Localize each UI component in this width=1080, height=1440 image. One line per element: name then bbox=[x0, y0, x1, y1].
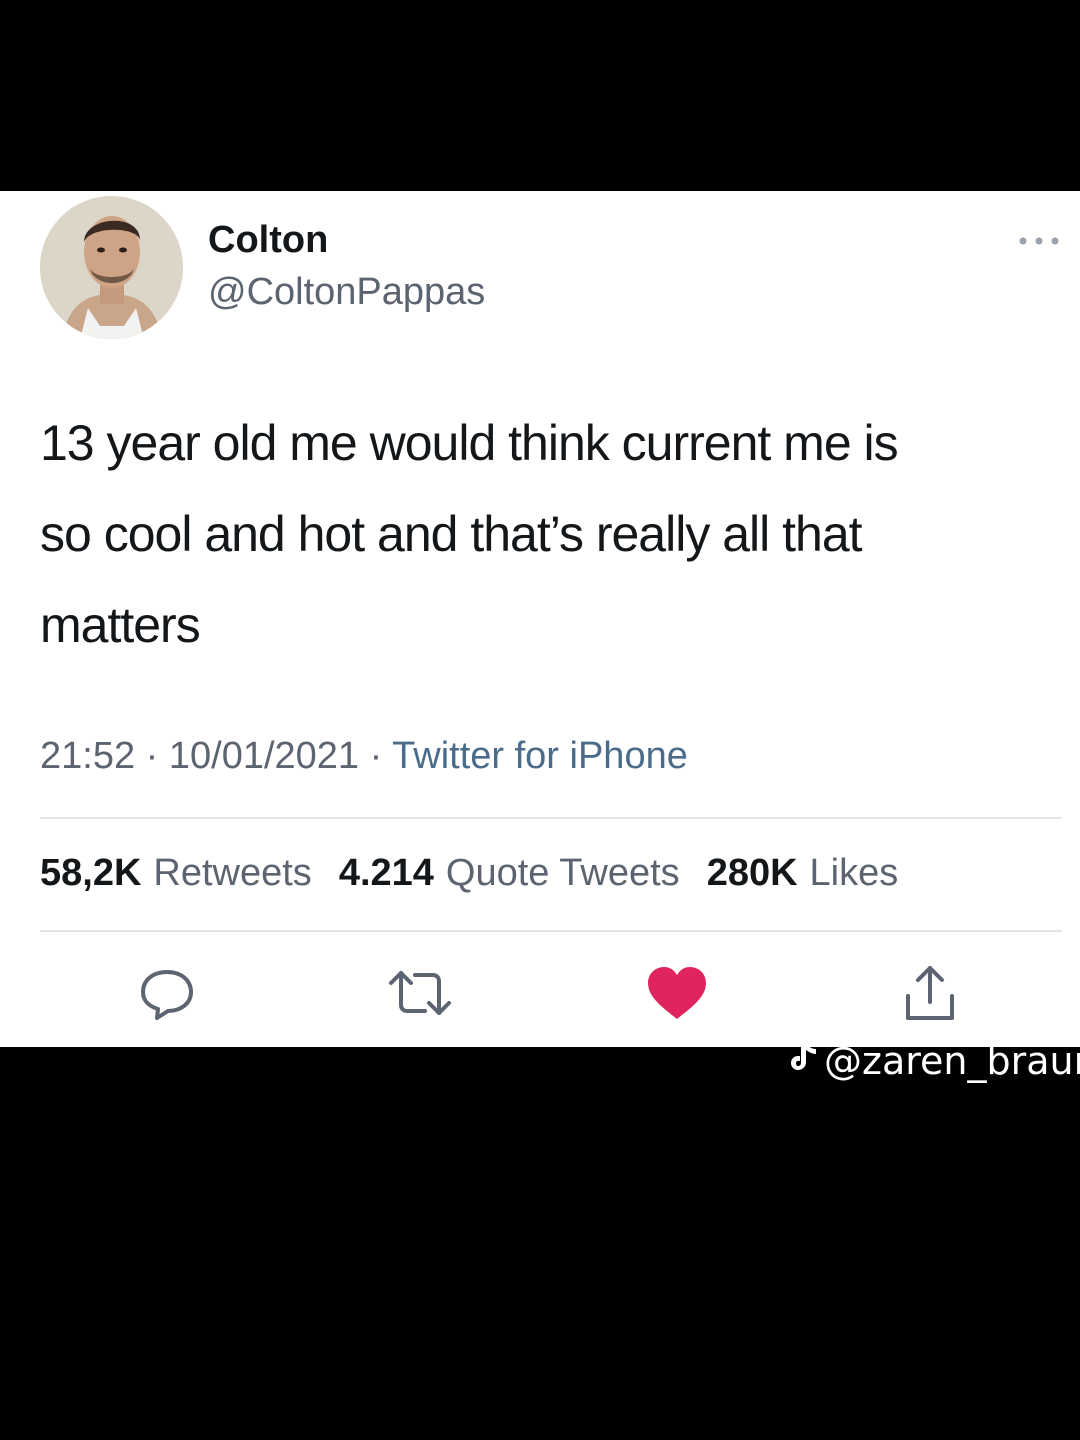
tweet-date[interactable]: 10/01/2021 bbox=[169, 735, 359, 777]
tiktok-watermark: @zaren_braun bbox=[788, 1038, 1080, 1083]
likes-label: Likes bbox=[809, 852, 899, 894]
tweet-text: 13 year old me would think current me is… bbox=[40, 398, 1070, 671]
avatar[interactable] bbox=[40, 196, 183, 339]
quote-tweets-count: 4.214 bbox=[338, 852, 434, 894]
retweet-button[interactable] bbox=[385, 960, 455, 1030]
display-name[interactable]: Colton bbox=[208, 219, 328, 262]
likes-stat[interactable]: 280K Likes bbox=[707, 852, 899, 895]
retweet-icon bbox=[387, 963, 453, 1028]
like-button[interactable] bbox=[642, 960, 712, 1030]
user-handle[interactable]: @ColtonPappas bbox=[208, 271, 485, 314]
share-button[interactable] bbox=[895, 960, 965, 1030]
quote-tweets-label: Quote Tweets bbox=[445, 852, 680, 894]
tweet-text-line: matters bbox=[40, 597, 201, 653]
tiktok-icon bbox=[788, 1038, 820, 1083]
tweet-text-line: 13 year old me would think current me is bbox=[40, 415, 899, 471]
likes-count: 280K bbox=[706, 852, 798, 894]
tweet-time[interactable]: 21:52 bbox=[40, 735, 135, 777]
retweets-label: Retweets bbox=[153, 852, 312, 894]
divider bbox=[40, 817, 1062, 819]
tweet-meta: 21:52 · 10/01/2021 · Twitter for iPhone bbox=[40, 735, 688, 778]
share-icon bbox=[898, 962, 962, 1029]
retweets-stat[interactable]: 58,2K Retweets bbox=[40, 852, 312, 895]
tweet-text-line: so cool and hot and that’s really all th… bbox=[40, 506, 863, 562]
quote-tweets-stat[interactable]: 4.214 Quote Tweets bbox=[339, 852, 680, 895]
meta-separator: · bbox=[145, 735, 159, 777]
tweet-source-link[interactable]: Twitter for iPhone bbox=[392, 735, 688, 777]
reply-button[interactable] bbox=[132, 960, 202, 1030]
watermark-handle: @zaren_braun bbox=[824, 1038, 1080, 1083]
like-icon bbox=[644, 963, 710, 1028]
divider bbox=[40, 930, 1062, 932]
more-options-icon[interactable] bbox=[1016, 234, 1062, 248]
reply-icon bbox=[137, 963, 197, 1028]
retweets-count: 58,2K bbox=[40, 852, 142, 894]
meta-separator: · bbox=[369, 735, 383, 777]
tweet-stats: 58,2K Retweets 4.214 Quote Tweets 280K Like… bbox=[40, 852, 898, 895]
